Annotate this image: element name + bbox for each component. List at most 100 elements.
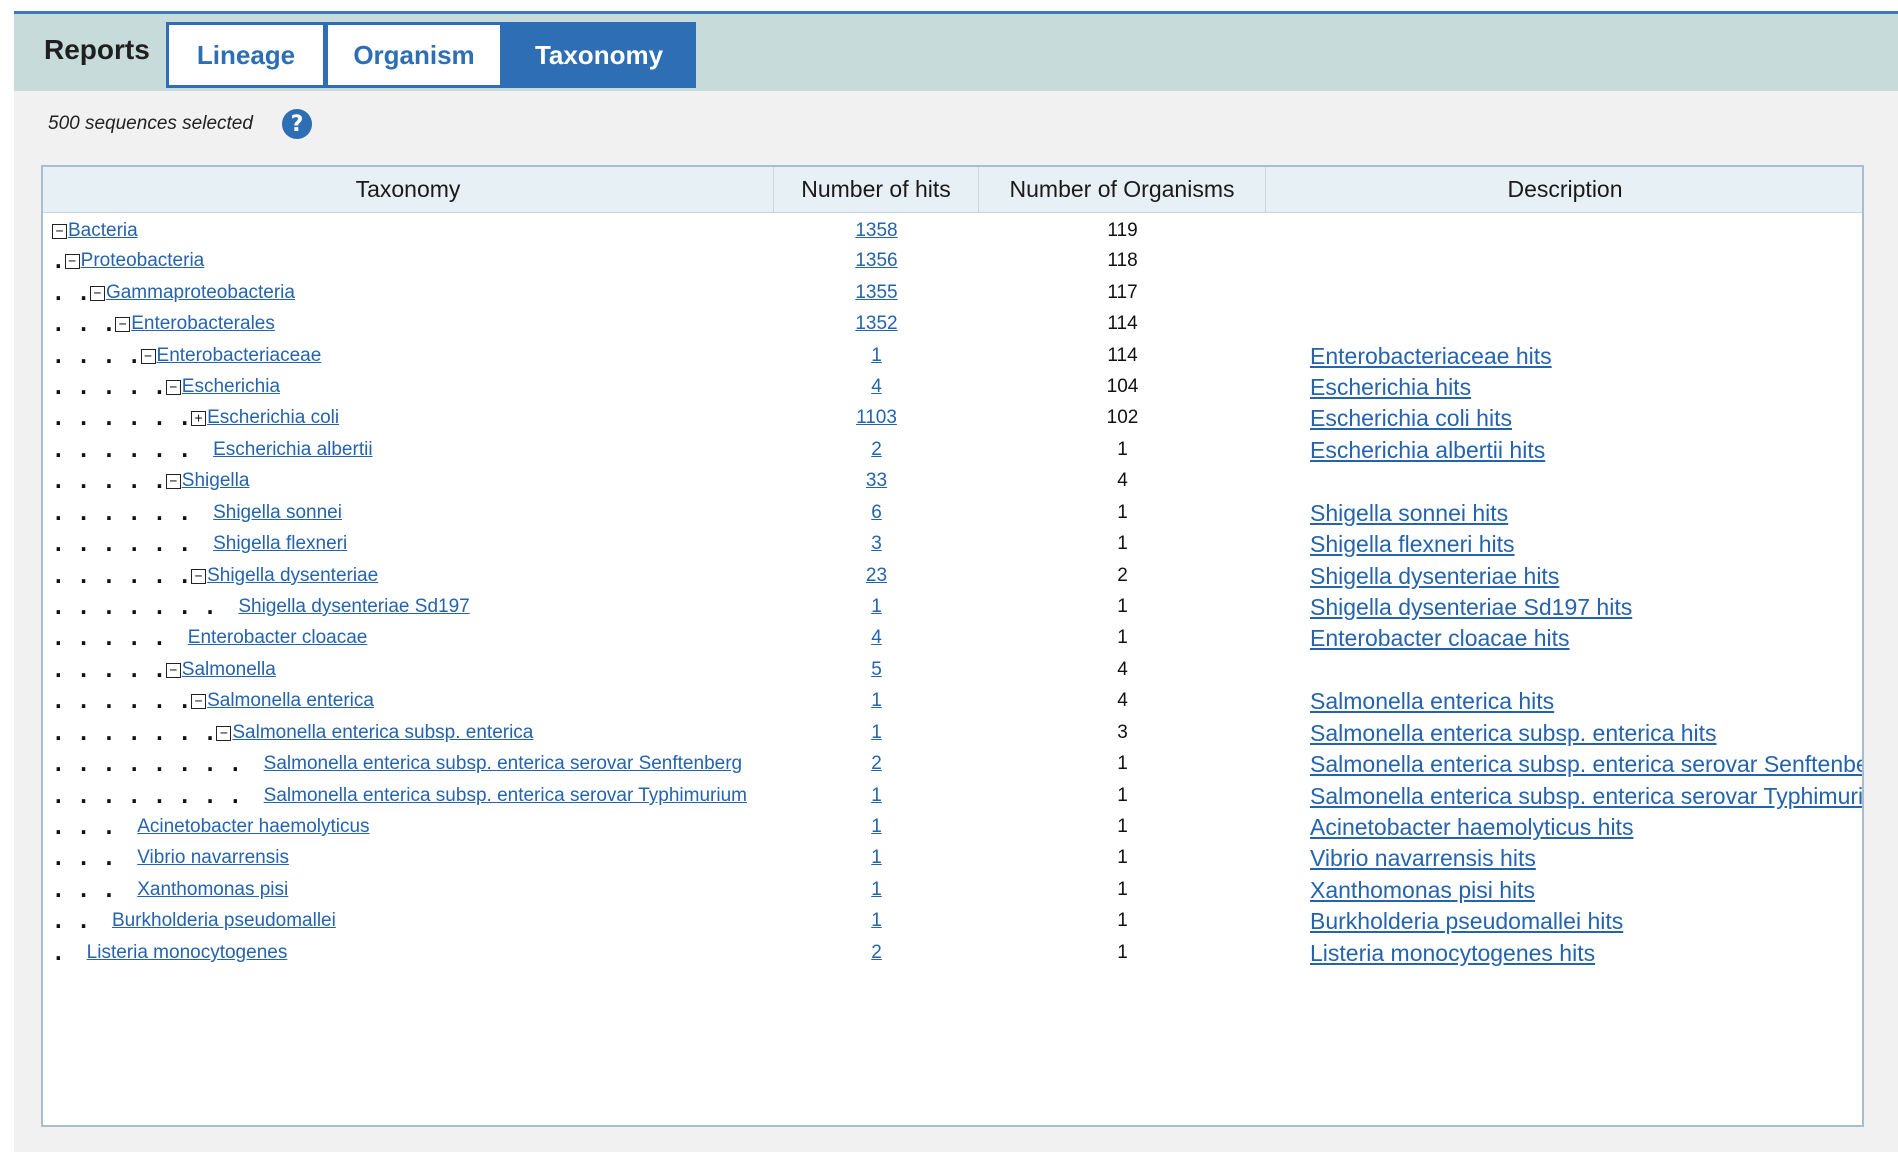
tree-indent-dots: . . . . . . xyxy=(52,438,192,462)
hits-count-link[interactable]: 1 xyxy=(871,847,882,869)
taxon-link[interactable]: Shigella dysenteriae Sd197 xyxy=(238,596,469,618)
hits-count-link[interactable]: 1 xyxy=(871,816,882,838)
description-link[interactable]: Shigella dysenteriae hits xyxy=(1310,563,1559,590)
description-link[interactable]: Vibrio navarrensis hits xyxy=(1310,845,1536,872)
description-link[interactable]: Listeria monocytogenes hits xyxy=(1310,940,1595,967)
collapse-minus-icon[interactable]: − xyxy=(165,379,181,395)
tree-indent-dots: . . . . . xyxy=(52,626,166,650)
description-link[interactable]: Enterobacter cloacae hits xyxy=(1310,625,1570,652)
hits-count-link[interactable]: 33 xyxy=(866,470,887,492)
taxon-link[interactable]: Burkholderia pseudomallei xyxy=(112,910,336,932)
hits-count-link[interactable]: 1358 xyxy=(855,220,897,242)
description-link[interactable]: Shigella dysenteriae Sd197 hits xyxy=(1310,594,1632,621)
hits-count-link[interactable]: 4 xyxy=(871,376,882,398)
description-link[interactable]: Escherichia albertii hits xyxy=(1310,437,1545,464)
taxon-link[interactable]: Enterobacterales xyxy=(131,313,275,335)
taxon-link[interactable]: Salmonella enterica subsp. enterica sero… xyxy=(264,785,747,807)
hits-count-link[interactable]: 3 xyxy=(871,533,882,555)
tree-indent-dots: . . . . . xyxy=(52,469,166,493)
taxon-link[interactable]: Bacteria xyxy=(68,220,138,242)
hits-count-link[interactable]: 1355 xyxy=(855,282,897,304)
taxon-link[interactable]: Shigella sonnei xyxy=(213,502,342,524)
collapse-minus-icon[interactable]: − xyxy=(89,285,105,301)
collapse-minus-icon[interactable]: − xyxy=(165,662,181,678)
question-circle-icon[interactable]: ? xyxy=(282,109,312,139)
hits-count-link[interactable]: 23 xyxy=(866,565,887,587)
hits-count-link[interactable]: 1356 xyxy=(855,250,897,272)
collapse-minus-icon[interactable]: − xyxy=(165,473,181,489)
hits-count-link[interactable]: 2 xyxy=(871,439,882,461)
taxon-link[interactable]: Enterobacteriaceae xyxy=(157,345,322,367)
description-link[interactable]: Escherichia coli hits xyxy=(1310,405,1512,432)
collapse-minus-icon[interactable]: − xyxy=(191,568,207,584)
column-header-taxonomy[interactable]: Taxonomy xyxy=(43,167,774,212)
reports-panel: Reports Lineage Organism Taxonomy 500 se… xyxy=(14,11,1898,1152)
tree-indent-dots: . . . . . . xyxy=(52,532,192,556)
taxon-link[interactable]: Xanthomonas pisi xyxy=(137,879,288,901)
collapse-minus-icon[interactable]: − xyxy=(52,223,67,239)
tree-indent-dots: . . . . . . xyxy=(52,689,192,713)
taxon-link[interactable]: Shigella dysenteriae xyxy=(207,565,378,587)
taxon-link[interactable]: Salmonella enterica xyxy=(207,690,374,712)
taxon-link[interactable]: Escherichia albertii xyxy=(213,439,372,461)
reports-tab-bar: Reports Lineage Organism Taxonomy xyxy=(14,14,1898,91)
description-link[interactable]: Escherichia hits xyxy=(1310,374,1471,401)
taxon-link[interactable]: Escherichia xyxy=(182,376,280,398)
description-link[interactable]: Enterobacteriaceae hits xyxy=(1310,343,1552,370)
collapse-minus-icon[interactable]: − xyxy=(191,693,207,709)
column-header-description[interactable]: Description xyxy=(1266,167,1862,212)
description-link[interactable]: Salmonella enterica subsp. enterica sero… xyxy=(1310,751,1862,778)
hits-count-link[interactable]: 1352 xyxy=(855,313,897,335)
hits-count-link[interactable]: 1 xyxy=(871,596,882,618)
tree-indent-dots: . . . . . . xyxy=(52,564,192,588)
description-link[interactable]: Salmonella enterica subsp. enterica sero… xyxy=(1310,783,1862,810)
tree-indent-dots: . . . . . . . . xyxy=(52,752,242,776)
column-header-number-of-hits[interactable]: Number of hits xyxy=(774,167,979,212)
expand-plus-icon[interactable]: + xyxy=(191,410,207,426)
description-link[interactable]: Salmonella enterica subsp. enterica hits xyxy=(1310,720,1717,747)
tree-indent-dots: . . xyxy=(52,909,90,933)
taxon-link[interactable]: Acinetobacter haemolyticus xyxy=(137,816,369,838)
taxon-link[interactable]: Salmonella xyxy=(182,659,276,681)
tab-lineage[interactable]: Lineage xyxy=(166,22,326,88)
description-link[interactable]: Burkholderia pseudomallei hits xyxy=(1310,908,1623,935)
hits-count-link[interactable]: 1 xyxy=(871,722,882,744)
description-link[interactable]: Xanthomonas pisi hits xyxy=(1310,877,1535,904)
taxon-link[interactable]: Salmonella enterica subsp. enterica xyxy=(232,722,533,744)
taxon-link[interactable]: Escherichia coli xyxy=(207,407,339,429)
description-link[interactable]: Shigella sonnei hits xyxy=(1310,500,1508,527)
hits-count-link[interactable]: 5 xyxy=(871,659,882,681)
hits-count-link[interactable]: 4 xyxy=(871,627,882,649)
hits-count-link[interactable]: 1103 xyxy=(856,407,897,429)
hits-count-link[interactable]: 1 xyxy=(871,690,882,712)
taxon-link[interactable]: Vibrio navarrensis xyxy=(137,847,289,869)
collapse-minus-icon[interactable]: − xyxy=(140,348,156,364)
hits-count-link[interactable]: 2 xyxy=(871,753,882,775)
taxon-link[interactable]: Enterobacter cloacae xyxy=(188,627,368,649)
column-header-number-of-organisms[interactable]: Number of Organisms xyxy=(979,167,1266,212)
taxon-link[interactable]: Proteobacteria xyxy=(81,250,205,272)
taxon-link[interactable]: Shigella xyxy=(182,470,250,492)
description-link[interactable]: Shigella flexneri hits xyxy=(1310,531,1515,558)
tab-taxonomy[interactable]: Taxonomy xyxy=(502,22,696,88)
collapse-minus-icon[interactable]: − xyxy=(216,725,232,741)
collapse-minus-icon[interactable]: − xyxy=(64,253,80,269)
table-header: Taxonomy Number of hits Number of Organi… xyxy=(43,167,1862,213)
collapse-minus-icon[interactable]: − xyxy=(115,316,131,332)
description-link[interactable]: Salmonella enterica hits xyxy=(1310,688,1554,715)
taxon-link[interactable]: Listeria monocytogenes xyxy=(87,942,288,964)
tree-indent-dots: . . . . . xyxy=(52,658,166,682)
hits-count-link[interactable]: 1 xyxy=(871,345,882,367)
taxon-link[interactable]: Salmonella enterica subsp. enterica sero… xyxy=(264,753,742,775)
tab-organism[interactable]: Organism xyxy=(325,22,503,88)
hits-count-link[interactable]: 1 xyxy=(871,910,882,932)
hits-count-link[interactable]: 2 xyxy=(871,942,882,964)
taxon-link[interactable]: Gammaproteobacteria xyxy=(106,282,295,304)
table-row: . Listeria monocytogenes 2 1 Listeria monoc… xyxy=(43,934,1862,972)
taxon-link[interactable]: Shigella flexneri xyxy=(213,533,347,555)
description-link[interactable]: Acinetobacter haemolyticus hits xyxy=(1310,814,1633,841)
organisms-count: 1 xyxy=(1117,942,1128,963)
hits-count-link[interactable]: 6 xyxy=(871,502,882,524)
hits-count-link[interactable]: 1 xyxy=(871,785,882,807)
hits-count-link[interactable]: 1 xyxy=(871,879,882,901)
